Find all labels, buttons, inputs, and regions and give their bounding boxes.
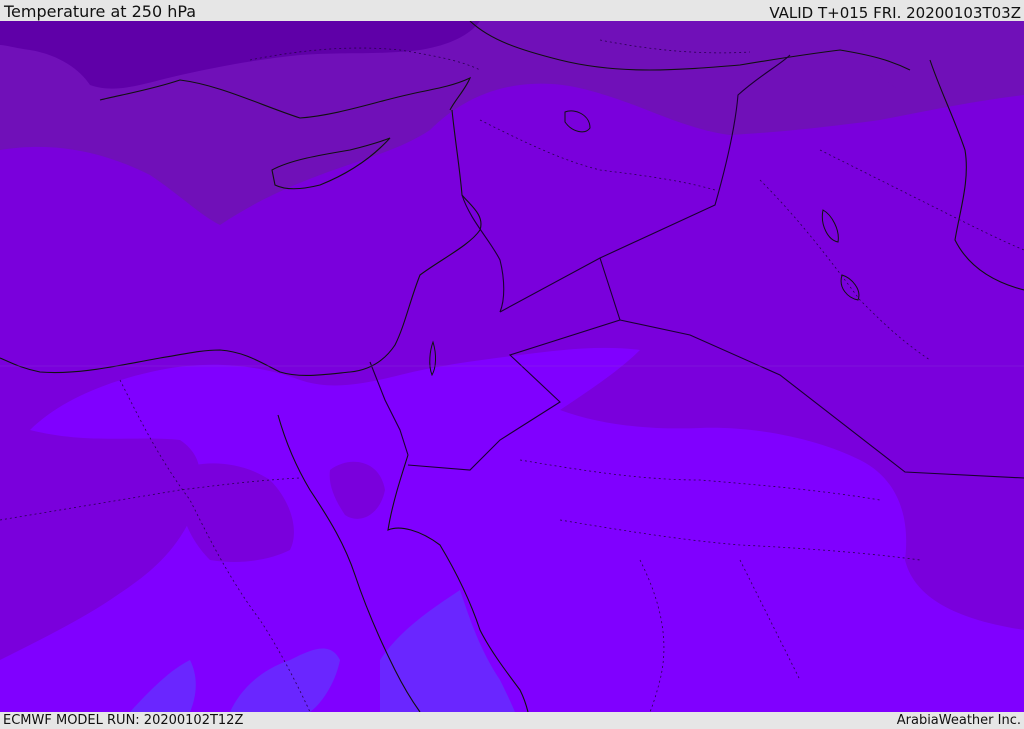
map-title: Temperature at 250 hPa — [4, 2, 197, 21]
header-bar: Temperature at 250 hPa VALID T+015 FRI. … — [0, 0, 1024, 21]
credit-label: ArabiaWeather Inc. — [896, 713, 1021, 728]
model-run-label: ECMWF MODEL RUN: 20200102T12Z — [3, 713, 244, 728]
weather-map[interactable] — [0, 21, 1024, 712]
valid-time-label: VALID T+015 FRI. 20200103T03Z — [769, 4, 1021, 22]
footer-bar: ECMWF MODEL RUN: 20200102T12Z ArabiaWeat… — [0, 712, 1024, 729]
